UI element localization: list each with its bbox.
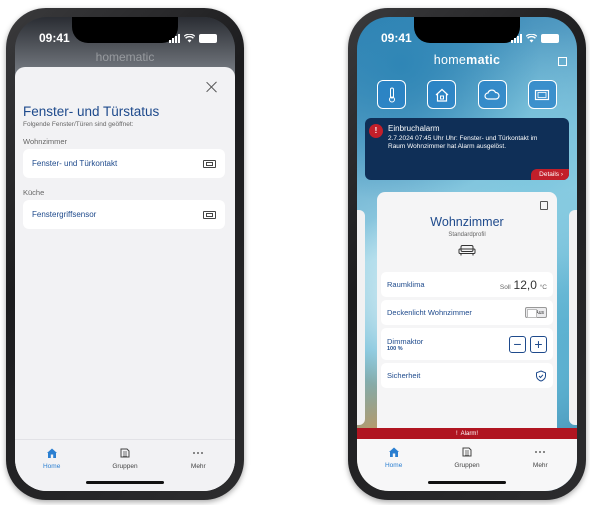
minus-button[interactable]: −: [509, 335, 526, 353]
homematic-logo: homematic: [433, 53, 501, 67]
dimmer-label: Dimmaktor: [387, 336, 424, 346]
tab-bar: Home Gruppen Mehr: [15, 439, 235, 491]
house-lock-icon[interactable]: [427, 80, 457, 109]
signal-icon: [169, 33, 180, 43]
room-profile: Standardprofil: [448, 232, 486, 238]
home-indicator[interactable]: [86, 481, 164, 484]
home-icon: [387, 445, 401, 459]
alarm-text: 2.7.2024 07:45 Uhr Uhr: Fenster- und Tür…: [388, 135, 538, 151]
dimmer-value: 100 %: [387, 345, 403, 352]
shield-check-icon: [536, 369, 546, 382]
alarm-icon: !: [369, 124, 383, 138]
tab-home[interactable]: Home: [364, 445, 424, 491]
background-logo: homematic: [95, 50, 155, 64]
section-kueche: Küche: [23, 188, 45, 197]
tab-bar: Home Gruppen Mehr: [357, 439, 577, 491]
room-title: Wohnzimmer: [430, 215, 504, 229]
battery-icon: [541, 33, 559, 43]
window-icon: [203, 159, 216, 168]
battery-icon: [199, 33, 217, 43]
status-bar: 09:41: [357, 31, 577, 47]
prev-room-card[interactable]: [357, 210, 365, 425]
close-icon[interactable]: [205, 80, 219, 94]
deckenlicht-row[interactable]: Deckenlicht Wohnzimmer Aus: [381, 300, 553, 325]
groups-icon: [118, 446, 132, 460]
wifi-icon: [526, 33, 537, 42]
status-bar: 09:41: [15, 31, 235, 47]
thermometer-icon[interactable]: [377, 80, 406, 109]
alarm-icon: !: [455, 430, 458, 437]
home-icon: [45, 446, 59, 460]
light-toggle[interactable]: Aus: [525, 307, 547, 318]
tab-home[interactable]: Home: [22, 446, 82, 491]
tab-mehr[interactable]: Mehr: [510, 445, 570, 491]
menu-icon[interactable]: [558, 57, 567, 66]
window-icon: [203, 210, 216, 219]
alarm-title: Einbruchalarm: [388, 124, 440, 133]
target-temperature: Soll 12,0 °C: [499, 277, 547, 292]
plus-button[interactable]: +: [530, 335, 547, 353]
screen-dashboard: 09:41 homematic ! Einbruchalarm 2.7.2024…: [357, 17, 577, 491]
tab-gruppen[interactable]: Gruppen: [437, 445, 497, 491]
window-icon[interactable]: [527, 80, 557, 109]
groups-icon: [460, 445, 474, 459]
signal-icon: [511, 33, 522, 43]
share-icon[interactable]: [540, 201, 548, 210]
more-icon: [191, 446, 205, 460]
phone-right: 09:41 homematic ! Einbruchalarm 2.7.2024…: [348, 8, 586, 500]
alarm-details-button[interactable]: Details ›: [531, 169, 569, 180]
cloud-icon[interactable]: [477, 80, 507, 109]
status-time: 09:41: [381, 31, 412, 45]
status-time: 09:41: [39, 31, 70, 45]
raumklima-row[interactable]: Raumklima Soll 12,0 °C: [381, 272, 553, 297]
sofa-icon: [458, 245, 476, 256]
sheet-subtitle: Folgende Fenster/Türen sind geöffnet:: [23, 121, 134, 128]
tab-mehr[interactable]: Mehr: [168, 446, 228, 491]
device-row-door-contact[interactable]: Fenster- und Türkontakt: [23, 149, 225, 178]
tab-gruppen[interactable]: Gruppen: [95, 446, 155, 491]
sicherheit-row[interactable]: Sicherheit: [381, 363, 553, 388]
dimmaktor-row[interactable]: Dimmaktor 100 % − +: [381, 328, 553, 360]
wifi-icon: [184, 33, 195, 42]
device-label: Fenstergriffsensor: [32, 210, 97, 219]
home-indicator[interactable]: [428, 481, 506, 484]
next-room-card[interactable]: [569, 210, 577, 425]
sheet-title: Fenster- und Türstatus: [23, 104, 160, 119]
more-icon: [533, 445, 547, 459]
device-row-window-handle[interactable]: Fenstergriffsensor: [23, 200, 225, 229]
burglary-alarm-banner[interactable]: ! Einbruchalarm 2.7.2024 07:45 Uhr Uhr: …: [365, 118, 569, 180]
phone-left: homematic 09:41 Fenster- und Türstatus F…: [6, 8, 244, 500]
room-card: Wohnzimmer Standardprofil Raumklima Soll…: [377, 192, 557, 442]
quick-actions: [377, 80, 557, 109]
screen-window-status: homematic 09:41 Fenster- und Türstatus F…: [15, 17, 235, 491]
device-label: Fenster- und Türkontakt: [32, 159, 118, 168]
section-wohnzimmer: Wohnzimmer: [23, 137, 68, 146]
alarm-strip[interactable]: ! Alarm!: [357, 428, 577, 439]
window-status-sheet: Fenster- und Türstatus Folgende Fenster/…: [15, 67, 235, 491]
